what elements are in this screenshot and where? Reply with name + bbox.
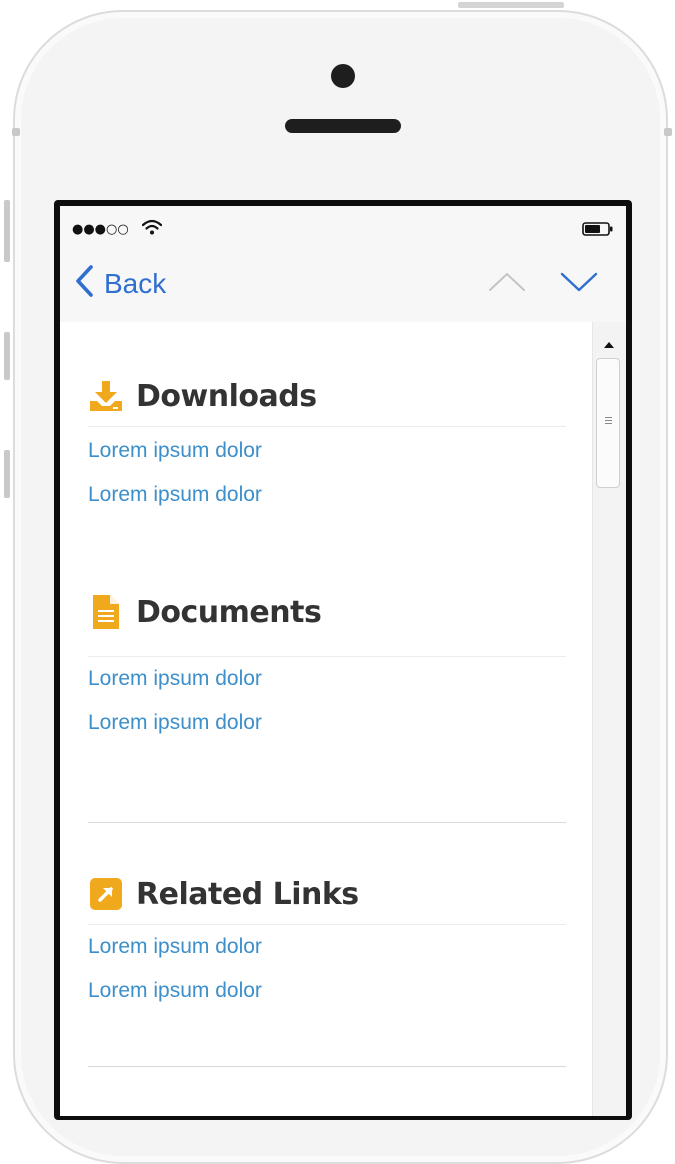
front-camera [331,64,355,88]
scrollbar[interactable] [592,322,626,1116]
scroll-up-arrow-icon[interactable] [603,336,615,354]
back-button[interactable]: Back [74,264,167,304]
section-divider [88,822,566,823]
chevron-left-icon [74,264,94,304]
section-divider [88,1066,566,1067]
chevron-down-icon [560,272,598,298]
navigation-bar: Back [60,246,626,322]
documents-section: Documents Lorem ipsum dolor Lorem ipsum … [88,590,566,745]
phone-edge-mark-left [12,128,20,136]
wifi-icon [141,219,163,240]
section-title-downloads: Downloads [136,378,317,414]
downloads-link-1[interactable]: Lorem ipsum dolor [88,429,566,473]
scrollbar-thumb[interactable] [596,358,620,488]
earpiece-speaker [285,119,401,133]
signal-strength: ●●●○○ [72,222,129,237]
grip-icon [605,417,612,426]
content-area[interactable]: Downloads Lorem ipsum dolor Lorem ipsum … [60,322,590,1116]
download-icon [88,378,124,414]
section-rule [88,426,566,427]
downloads-link-2[interactable]: Lorem ipsum dolor [88,473,566,517]
documents-link-1[interactable]: Lorem ipsum dolor [88,657,566,701]
related-links-section: Related Links Lorem ipsum dolor Lorem ip… [88,872,566,1013]
documents-link-2[interactable]: Lorem ipsum dolor [88,701,566,745]
related-link-1[interactable]: Lorem ipsum dolor [88,925,566,969]
previous-button[interactable] [488,270,526,299]
back-button-label: Back [104,268,167,299]
related-link-2[interactable]: Lorem ipsum dolor [88,969,566,1013]
section-title-documents: Documents [136,594,322,630]
volume-up-button [4,332,10,380]
status-bar: ●●●○○ [60,206,626,246]
battery-icon [582,222,614,241]
external-link-icon [88,876,124,912]
mute-switch [4,200,10,262]
chevron-up-icon [488,273,526,298]
next-button[interactable] [560,270,598,299]
volume-down-button [4,450,10,498]
screen: ●●●○○ Back Downloads Lorem ipsum dolor L… [60,206,626,1116]
document-icon [88,594,124,630]
section-title-related-links: Related Links [136,876,359,912]
downloads-section: Downloads Lorem ipsum dolor Lorem ipsum … [88,374,566,517]
power-button [458,2,564,8]
phone-edge-mark-right [664,128,672,136]
